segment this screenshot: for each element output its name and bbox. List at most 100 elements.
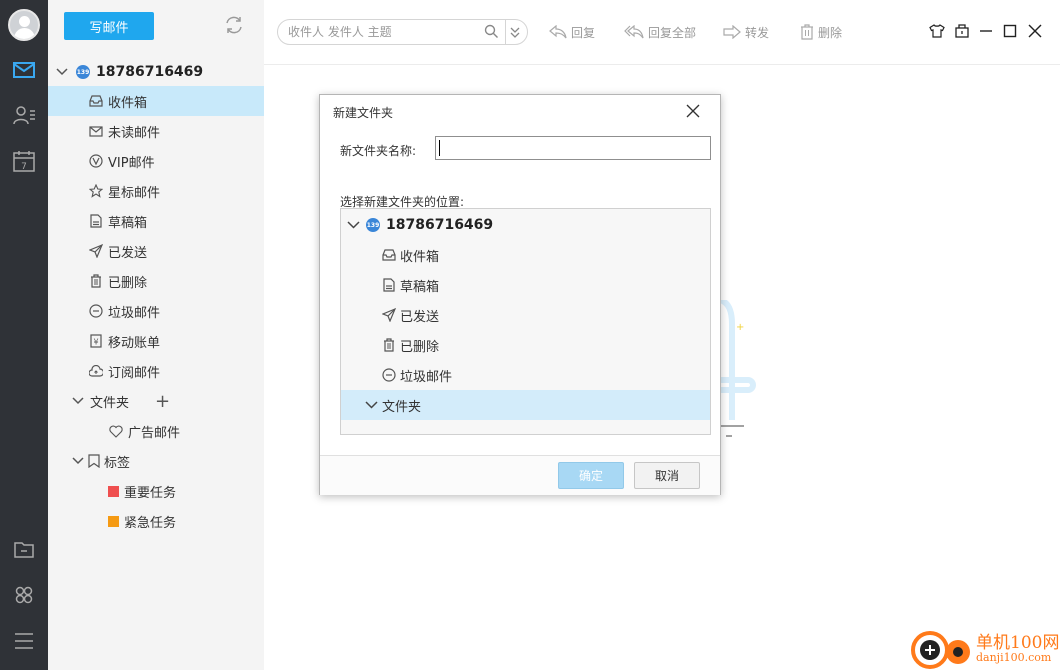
- folder-item-ads[interactable]: 广告邮件: [48, 416, 264, 446]
- calendar-icon[interactable]: 7: [0, 143, 48, 179]
- tree-item-spam[interactable]: 垃圾邮件: [341, 360, 710, 390]
- search-icon[interactable]: [484, 24, 499, 43]
- tree-item-sent[interactable]: 已发送: [341, 300, 710, 330]
- folder-item-inbox[interactable]: 收件箱: [48, 86, 264, 116]
- folder-group-label: 文件夹: [90, 395, 130, 411]
- tag-color-swatch: [108, 515, 119, 527]
- tree-item-account[interactable]: 139 18786716469: [341, 210, 710, 240]
- watermark-text-url: danji100.com: [976, 651, 1052, 664]
- inbox-icon: [88, 93, 104, 109]
- folder-icon[interactable]: [0, 531, 48, 567]
- folder-item-drafts[interactable]: 草稿箱: [48, 206, 264, 236]
- star-icon: [88, 183, 104, 199]
- menu-icon[interactable]: [0, 623, 48, 659]
- double-chevron-down-icon[interactable]: [508, 24, 522, 44]
- folder-item-label: VIP邮件: [108, 155, 155, 171]
- folder-name-label: 新文件夹名称:: [340, 144, 417, 158]
- draft-icon: [88, 213, 104, 229]
- app-rail: 7: [0, 0, 48, 670]
- contacts-icon[interactable]: [0, 97, 48, 133]
- account-name: 18786716469: [96, 64, 204, 80]
- mini-mode-icon[interactable]: [953, 22, 971, 40]
- folder-item-starred[interactable]: 星标邮件: [48, 176, 264, 206]
- tree-item-label: 草稿箱: [400, 279, 440, 295]
- bookmark-icon: [88, 454, 100, 468]
- folder-item-bills[interactable]: ¥ 移动账单: [48, 326, 264, 356]
- delete-label: 删除: [818, 25, 843, 40]
- tag-item-urgent[interactable]: 紧急任务: [48, 506, 264, 536]
- tree-item-inbox[interactable]: 收件箱: [341, 240, 710, 270]
- tag-color-swatch: [108, 485, 119, 497]
- tags-group-header[interactable]: 标签: [48, 446, 264, 476]
- tags-group-label: 标签: [104, 455, 131, 471]
- account-badge: 139: [366, 218, 380, 232]
- search-divider: [505, 20, 506, 44]
- watermark-text-cn: 单机100网: [976, 633, 1060, 653]
- tag-item-important[interactable]: 重要任务: [48, 476, 264, 506]
- account-row[interactable]: 139 18786716469: [48, 58, 264, 86]
- dialog-footer: 确定 取消: [320, 455, 720, 495]
- chevron-down-icon: [345, 217, 361, 233]
- dialog-close-icon[interactable]: [685, 103, 701, 119]
- tree-item-label: 已删除: [400, 339, 440, 355]
- folder-group-header[interactable]: 文件夹 +: [48, 386, 264, 416]
- svg-text:¥: ¥: [93, 338, 98, 347]
- tag-heart-icon: [108, 423, 124, 439]
- send-icon: [88, 243, 104, 259]
- reply-all-icon: [624, 25, 644, 39]
- avatar[interactable]: [8, 9, 40, 41]
- spam-icon: [88, 303, 104, 319]
- folder-item-unread[interactable]: 未读邮件: [48, 116, 264, 146]
- reply-button[interactable]: 回复: [549, 22, 595, 42]
- folder-item-sent[interactable]: 已发送: [48, 236, 264, 266]
- tree-item-label: 18786716469: [386, 217, 494, 233]
- vip-icon: [88, 153, 104, 169]
- apps-icon[interactable]: [0, 577, 48, 613]
- spam-icon: [381, 367, 397, 383]
- close-icon[interactable]: [1026, 22, 1044, 40]
- svg-text:+: +: [736, 322, 744, 333]
- tag-item-label: 重要任务: [124, 485, 177, 501]
- forward-icon: [723, 25, 741, 39]
- minimize-icon[interactable]: [977, 22, 995, 40]
- mail-icon[interactable]: [0, 52, 48, 88]
- tree-item-drafts[interactable]: 草稿箱: [341, 270, 710, 300]
- chevron-down-icon: [72, 457, 84, 465]
- folder-location-tree: 139 18786716469 收件箱 草稿箱 已发送 已删除 垃圾邮件 文件夹: [340, 208, 711, 435]
- maximize-icon[interactable]: [1001, 22, 1019, 40]
- folder-item-label: 垃圾邮件: [108, 305, 161, 321]
- tree-item-folders[interactable]: 文件夹: [341, 390, 710, 420]
- folder-panel: 写邮件 139 18786716469 收件箱 未读邮件 VIP邮件 星标邮件 …: [48, 0, 264, 670]
- skin-icon[interactable]: [928, 22, 946, 40]
- folder-item-label: 已发送: [108, 245, 148, 261]
- reply-all-label: 回复全部: [648, 25, 697, 40]
- add-folder-button[interactable]: +: [155, 391, 170, 412]
- reply-all-button[interactable]: 回复全部: [624, 22, 696, 42]
- envelope-icon: [88, 123, 104, 139]
- refresh-icon[interactable]: [223, 14, 245, 36]
- reply-icon: [549, 25, 567, 39]
- send-icon: [381, 307, 397, 323]
- watermark-logo: [911, 631, 970, 669]
- bill-icon: ¥: [88, 333, 104, 349]
- toolbar-divider: [264, 64, 1060, 65]
- subscribe-icon: [88, 363, 104, 379]
- cancel-button[interactable]: 取消: [634, 462, 700, 489]
- delete-button[interactable]: 删除: [800, 22, 842, 42]
- tree-item-label: 文件夹: [382, 399, 422, 415]
- calendar-day: 7: [21, 162, 27, 172]
- folder-name-input[interactable]: [435, 136, 711, 160]
- folder-item-spam[interactable]: 垃圾邮件: [48, 296, 264, 326]
- compose-button[interactable]: 写邮件: [64, 12, 154, 40]
- folder-item-label: 星标邮件: [108, 185, 161, 201]
- folder-item-vip[interactable]: VIP邮件: [48, 146, 264, 176]
- tree-item-label: 收件箱: [400, 249, 440, 265]
- search-input[interactable]: [288, 23, 478, 41]
- forward-button[interactable]: 转发: [723, 22, 769, 42]
- ok-button[interactable]: 确定: [558, 462, 624, 489]
- tree-item-deleted[interactable]: 已删除: [341, 330, 710, 360]
- folder-item-deleted[interactable]: 已删除: [48, 266, 264, 296]
- folder-item-subscriptions[interactable]: 订阅邮件: [48, 356, 264, 386]
- chevron-down-icon: [363, 397, 379, 413]
- reply-label: 回复: [571, 25, 596, 40]
